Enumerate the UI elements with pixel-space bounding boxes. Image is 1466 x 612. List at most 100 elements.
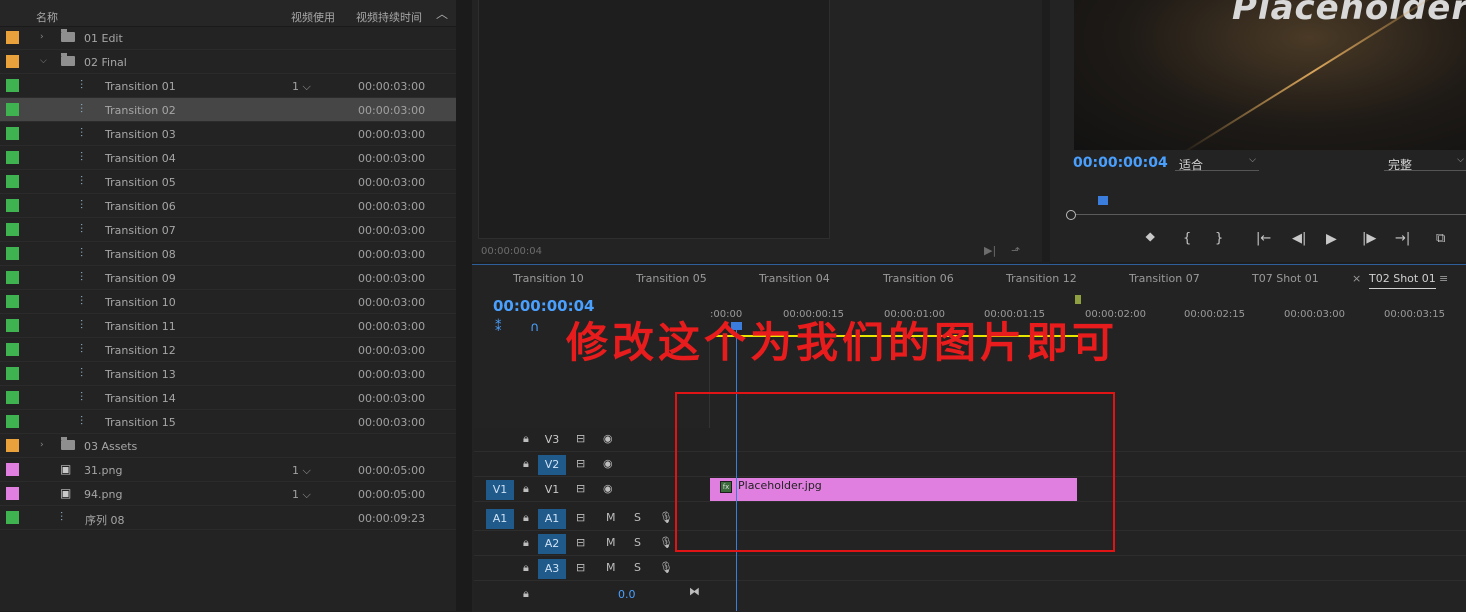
project-row[interactable]: ⫶ Transition 02 00:00:03:00 — [0, 98, 456, 122]
label-color-swatch[interactable] — [6, 295, 19, 308]
program-timecode[interactable]: 00:00:00:04 — [1073, 155, 1168, 171]
solo-button[interactable]: S — [634, 536, 641, 549]
sync-lock-icon[interactable]: ⊟ — [576, 432, 585, 445]
label-color-swatch[interactable] — [6, 31, 19, 44]
project-row[interactable]: ⫶ Transition 15 00:00:03:00 — [0, 410, 456, 434]
sequence-tab[interactable]: Transition 10 — [513, 272, 584, 285]
sequence-tab[interactable]: Transition 07 — [1129, 272, 1200, 285]
mute-button[interactable]: M — [606, 561, 616, 574]
label-color-swatch[interactable] — [6, 79, 19, 92]
step-back-icon[interactable]: ◀| — [1292, 231, 1306, 246]
sequence-tab[interactable]: Transition 12 — [1006, 272, 1077, 285]
step-forward-icon[interactable]: |▶ — [1362, 231, 1376, 246]
master-lock-icon[interactable]: 🔒︎ — [523, 587, 529, 601]
project-row[interactable]: ⫶ 序列 08 00:00:09:23 — [0, 506, 456, 530]
sequence-tab[interactable]: Transition 04 — [759, 272, 830, 285]
project-row[interactable]: ⫶ Transition 09 00:00:03:00 — [0, 266, 456, 290]
label-color-swatch[interactable] — [6, 55, 19, 68]
project-row[interactable]: ⫶ Transition 01 1 ⌵ 00:00:03:00 — [0, 74, 456, 98]
label-color-swatch[interactable] — [6, 487, 19, 500]
label-color-swatch[interactable] — [6, 439, 19, 452]
sequence-tab[interactable]: Transition 06 — [883, 272, 954, 285]
lock-icon[interactable]: 🔒︎ — [523, 482, 529, 496]
mute-button[interactable]: M — [606, 536, 616, 549]
track-name-v3[interactable]: V3 — [538, 430, 566, 450]
label-color-swatch[interactable] — [6, 391, 19, 404]
usage-dropdown[interactable]: 1 ⌵ — [292, 488, 311, 502]
label-color-swatch[interactable] — [6, 223, 19, 236]
master-volume[interactable]: 0.0 — [618, 588, 636, 601]
lock-icon[interactable]: 🔒︎ — [523, 432, 529, 446]
project-row[interactable]: ⫶ Transition 03 00:00:03:00 — [0, 122, 456, 146]
solo-button[interactable]: S — [634, 511, 641, 524]
zoom-handle[interactable] — [1066, 210, 1076, 220]
sync-lock-icon[interactable]: ⊟ — [576, 561, 585, 574]
sync-lock-icon[interactable]: ⊟ — [576, 511, 585, 524]
solo-button[interactable]: S — [634, 561, 641, 574]
program-scrub-bar[interactable] — [1072, 214, 1466, 215]
source-patch-v1[interactable]: V1 — [486, 480, 514, 500]
label-color-swatch[interactable] — [6, 151, 19, 164]
label-color-swatch[interactable] — [6, 511, 19, 524]
sync-lock-icon[interactable]: ⊟ — [576, 482, 585, 495]
project-row[interactable]: ⫶ Transition 14 00:00:03:00 — [0, 386, 456, 410]
lock-icon[interactable]: 🔒︎ — [523, 561, 529, 575]
project-row[interactable]: ⫶ Transition 04 00:00:03:00 — [0, 146, 456, 170]
project-row[interactable]: ▣ 31.png 1 ⌵ 00:00:05:00 — [0, 458, 456, 482]
label-color-swatch[interactable] — [6, 463, 19, 476]
insert-icon[interactable]: ▶| — [984, 244, 996, 257]
program-tick-ruler[interactable] — [1066, 197, 1466, 207]
label-color-swatch[interactable] — [6, 367, 19, 380]
project-row[interactable]: ⫶ Transition 07 00:00:03:00 — [0, 218, 456, 242]
chevron-right-icon[interactable]: › — [40, 32, 44, 42]
project-row[interactable]: ⫶ Transition 05 00:00:03:00 — [0, 170, 456, 194]
lock-icon[interactable]: 🔒︎ — [523, 511, 529, 525]
master-expand-icon[interactable]: ⧓ — [689, 585, 700, 598]
mute-button[interactable]: M — [606, 511, 616, 524]
track-name-v2[interactable]: V2 — [538, 455, 566, 475]
label-color-swatch[interactable] — [6, 415, 19, 428]
column-duration[interactable]: 视频持续时间 — [356, 9, 422, 25]
usage-dropdown[interactable]: 1 ⌵ — [292, 80, 311, 94]
track-name-a1[interactable]: A1 — [538, 509, 566, 529]
lock-icon[interactable]: 🔒︎ — [523, 457, 529, 471]
track-name-a3[interactable]: A3 — [538, 559, 566, 579]
column-video-usage[interactable]: 视频使用 — [291, 9, 335, 25]
quality-select[interactable]: 完整 ⌵ — [1384, 154, 1466, 172]
lift-icon[interactable]: ⧉ — [1436, 231, 1445, 246]
project-scrollbar[interactable] — [456, 0, 472, 611]
microphone-icon[interactable]: 🎙︎ — [659, 511, 673, 524]
eye-icon[interactable]: ◉ — [603, 432, 613, 445]
sync-lock-icon[interactable]: ⊟ — [576, 536, 585, 549]
go-to-out-icon[interactable]: →| — [1395, 231, 1410, 246]
label-color-swatch[interactable] — [6, 271, 19, 284]
project-row[interactable]: ⫶ Transition 11 00:00:03:00 — [0, 314, 456, 338]
project-row[interactable]: ⫶ Transition 13 00:00:03:00 — [0, 362, 456, 386]
sequence-tab[interactable]: T02 Shot 01 — [1369, 272, 1436, 289]
sequence-tab[interactable]: T07 Shot 01 — [1252, 272, 1319, 285]
linked-selection-icon[interactable]: ∩ — [530, 320, 540, 335]
label-color-swatch[interactable] — [6, 319, 19, 332]
project-row[interactable]: ⫶ Transition 10 00:00:03:00 — [0, 290, 456, 314]
chevron-right-icon[interactable]: › — [40, 440, 44, 450]
source-patch-a1[interactable]: A1 — [486, 509, 514, 529]
sort-chevron-up-icon[interactable]: ︿ — [436, 5, 448, 22]
usage-dropdown[interactable]: 1 ⌵ — [292, 464, 311, 478]
project-row[interactable]: ▣ 94.png 1 ⌵ 00:00:05:00 — [0, 482, 456, 506]
project-row[interactable]: ⫶ Transition 08 00:00:03:00 — [0, 242, 456, 266]
label-color-swatch[interactable] — [6, 103, 19, 116]
eye-icon[interactable]: ◉ — [603, 457, 613, 470]
program-playhead[interactable] — [1098, 196, 1108, 205]
snap-icon[interactable]: ⁑ — [495, 320, 502, 335]
label-color-swatch[interactable] — [6, 343, 19, 356]
label-color-swatch[interactable] — [6, 127, 19, 140]
mark-out-icon[interactable]: } — [1215, 231, 1223, 246]
export-frame-icon[interactable]: ⬏ — [1011, 244, 1020, 257]
label-color-swatch[interactable] — [6, 247, 19, 260]
sequence-tab[interactable]: Transition 05 — [636, 272, 707, 285]
close-tab-icon[interactable]: × — [1352, 272, 1361, 285]
track-name-a2[interactable]: A2 — [538, 534, 566, 554]
panel-menu-icon[interactable]: ≡ — [1439, 272, 1448, 285]
project-row[interactable]: ⫶ Transition 12 00:00:03:00 — [0, 338, 456, 362]
lock-icon[interactable]: 🔒︎ — [523, 536, 529, 550]
